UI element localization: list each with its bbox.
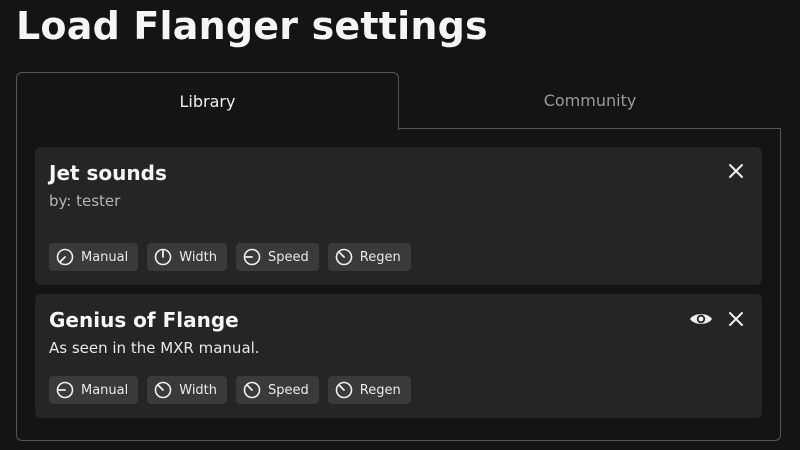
knob-icon: [56, 248, 74, 266]
control-label: Manual: [81, 382, 129, 398]
tab-panel: Library Community Jet sounds by: tester …: [16, 72, 781, 441]
control-label: Speed: [268, 382, 309, 398]
control-label: Manual: [81, 249, 129, 265]
control-label: Speed: [268, 249, 309, 265]
control-label: Width: [179, 382, 218, 398]
preset-card-genius-of-flange[interactable]: Genius of Flange As seen in the MXR manu…: [35, 294, 762, 418]
knob-icon: [243, 381, 261, 399]
preset-title: Genius of Flange: [49, 308, 239, 332]
eye-icon[interactable]: [688, 308, 714, 330]
preset-title: Jet sounds: [49, 161, 167, 185]
control-chip-regen[interactable]: Regen: [327, 243, 411, 271]
knob-icon: [243, 248, 261, 266]
close-icon[interactable]: [725, 160, 747, 182]
tab-community[interactable]: Community: [399, 72, 781, 129]
tab-library[interactable]: Library: [16, 72, 399, 130]
control-chips: Manual Width Speed Regen: [49, 243, 411, 271]
control-chip-regen[interactable]: Regen: [327, 376, 411, 404]
control-chip-speed[interactable]: Speed: [236, 243, 319, 271]
knob-icon: [154, 381, 172, 399]
preset-card-jet-sounds[interactable]: Jet sounds by: tester Manual Width Speed…: [35, 147, 762, 285]
control-label: Width: [179, 249, 218, 265]
control-label: Regen: [359, 249, 401, 265]
control-chip-manual[interactable]: Manual: [49, 376, 139, 404]
close-icon[interactable]: [725, 308, 747, 330]
knob-icon: [56, 381, 74, 399]
control-chips: Manual Width Speed Regen: [49, 376, 411, 404]
page-title: Load Flanger settings: [16, 4, 488, 48]
preset-list: Jet sounds by: tester Manual Width Speed…: [16, 129, 781, 441]
control-chip-width[interactable]: Width: [147, 376, 228, 404]
knob-icon: [335, 248, 353, 266]
knob-icon: [154, 248, 172, 266]
knob-icon: [335, 381, 353, 399]
load-dialog: Load Flanger settings Library Community …: [0, 0, 800, 450]
control-chip-manual[interactable]: Manual: [49, 243, 139, 271]
preset-description: As seen in the MXR manual.: [49, 339, 260, 357]
control-label: Regen: [359, 382, 401, 398]
control-chip-width[interactable]: Width: [147, 243, 228, 271]
preset-author: by: tester: [49, 192, 121, 210]
control-chip-speed[interactable]: Speed: [236, 376, 319, 404]
